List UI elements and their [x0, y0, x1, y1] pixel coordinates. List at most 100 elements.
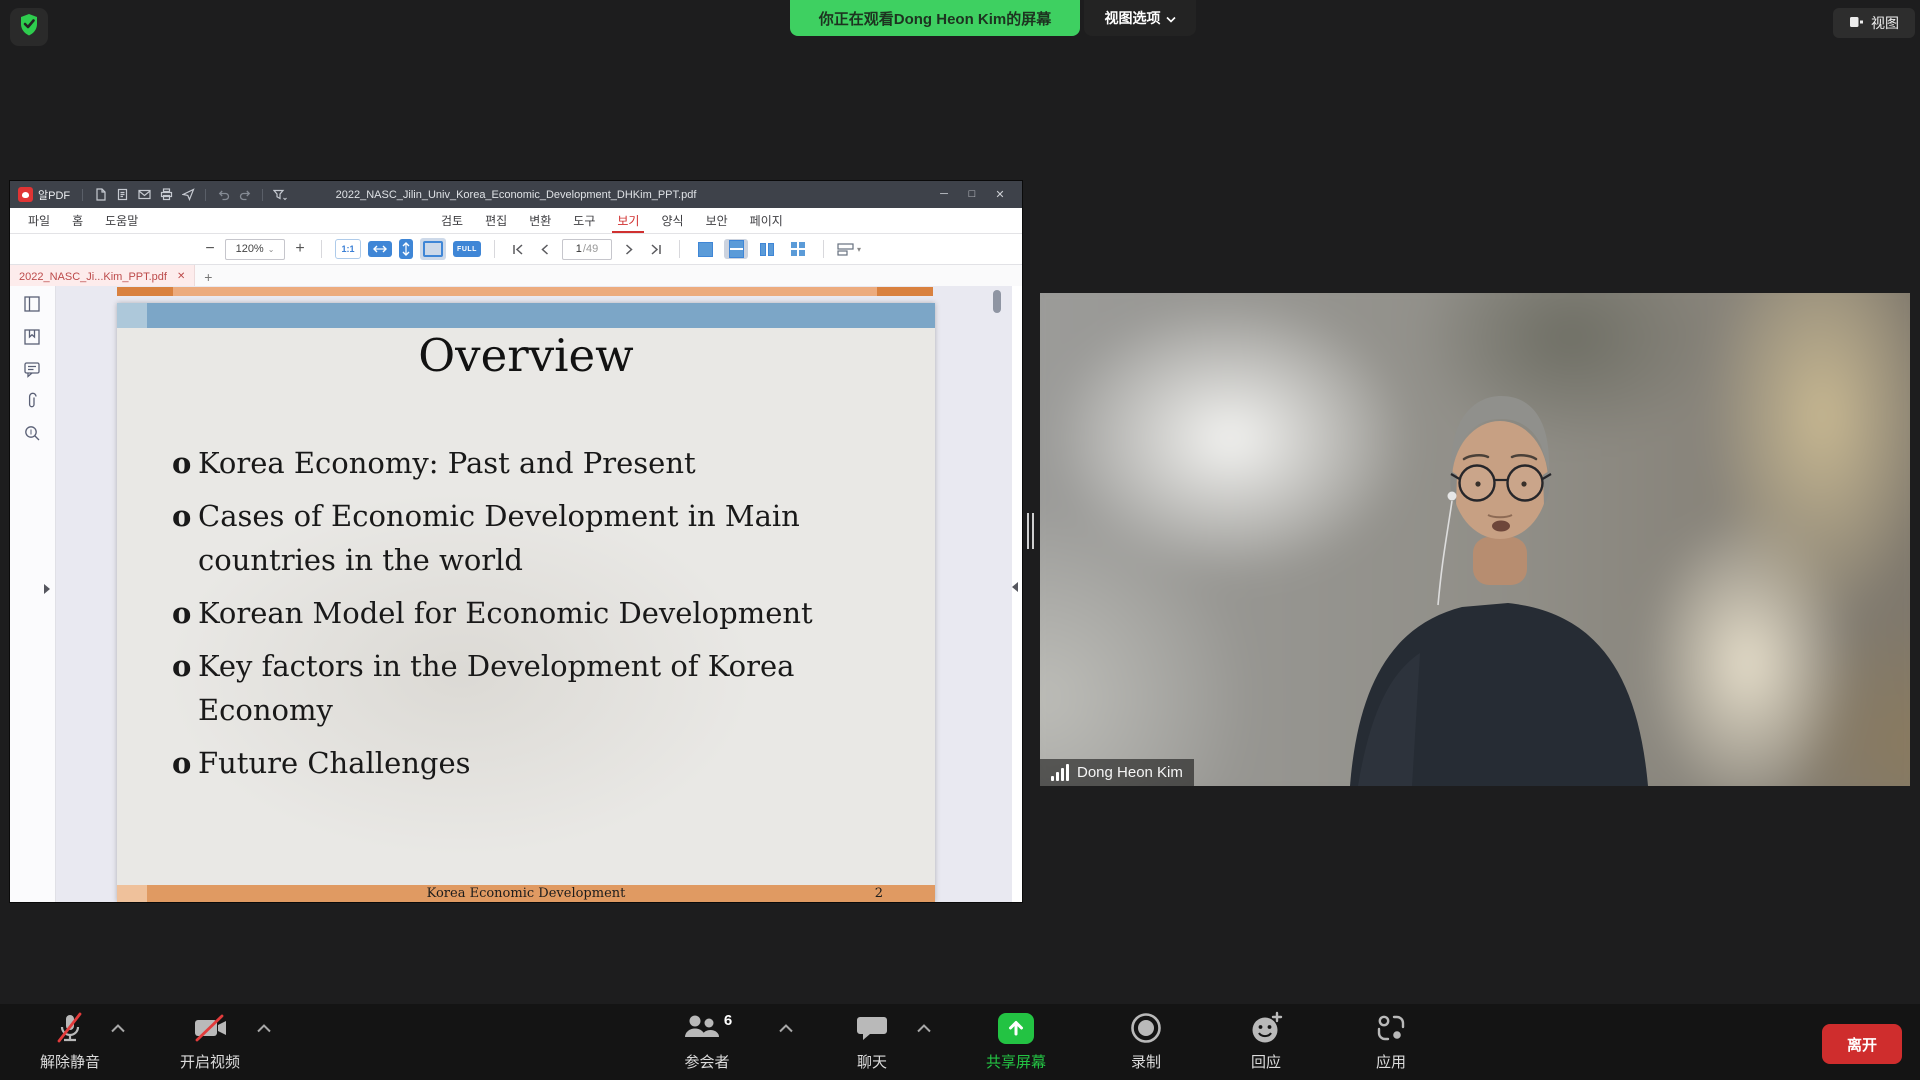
document-tab[interactable]: 2022_NASC_Ji...Kim_PPT.pdf ✕	[10, 265, 195, 288]
collapse-panel-right-arrow[interactable]	[1012, 582, 1018, 592]
new-tab-button[interactable]: +	[195, 265, 221, 288]
fit-width-button[interactable]	[368, 241, 392, 257]
search-icon[interactable]	[23, 424, 43, 444]
reactions-icon	[1249, 1010, 1283, 1046]
record-button[interactable]: 录制	[1086, 1010, 1206, 1072]
pdf-app-name: 알PDF	[38, 187, 70, 203]
menu-file[interactable]: 파일	[17, 208, 61, 233]
email-icon[interactable]	[133, 185, 155, 205]
participants-icon	[682, 1012, 720, 1044]
start-video-button[interactable]: 开启视频	[150, 1010, 270, 1072]
page-current: 1	[576, 243, 582, 255]
slide-page: Overview oKorea Economy: Past and Presen…	[117, 303, 935, 902]
fit-height-button[interactable]	[399, 239, 413, 259]
pdf-menubar: 파일 홈 도움말 검토 편집 변환 도구 보기 양식 보안 페이지	[10, 208, 1022, 234]
view-button[interactable]: 视图	[1833, 8, 1915, 38]
participants-label: 参会者	[684, 1051, 729, 1072]
first-page-button[interactable]	[508, 239, 528, 259]
view-options-button[interactable]: 视图选项	[1084, 0, 1196, 36]
single-page-view-button[interactable]	[693, 239, 717, 259]
open-document-icon[interactable]	[111, 185, 133, 205]
page-layout-dropdown[interactable]: ▾	[837, 243, 861, 256]
page-number-input[interactable]: 1 /49	[562, 239, 612, 260]
menu-tools[interactable]: 도구	[562, 208, 606, 233]
list-item: oFuture Challenges	[172, 741, 905, 785]
chat-icon	[856, 1010, 888, 1046]
chat-button[interactable]: 聊天	[812, 1010, 932, 1072]
menu-convert[interactable]: 변환	[518, 208, 562, 233]
participants-count-badge: 6	[724, 1012, 732, 1029]
window-close-button[interactable]: ✕	[986, 188, 1014, 201]
menu-view[interactable]: 보기	[606, 208, 650, 233]
divider	[494, 240, 495, 258]
vertical-scrollbar[interactable]	[993, 290, 1001, 313]
pdf-panel-sidebar	[10, 286, 56, 902]
attachment-icon[interactable]	[23, 392, 43, 412]
actual-size-button[interactable]: 1:1	[335, 239, 361, 259]
participant-video-tile[interactable]: Dong Heon Kim	[1040, 293, 1910, 786]
leave-button[interactable]: 离开	[1822, 1024, 1902, 1064]
menu-help[interactable]: 도움말	[94, 208, 149, 233]
meeting-security-button[interactable]	[10, 8, 48, 46]
share-screen-button[interactable]: 共享屏幕	[956, 1010, 1076, 1072]
participants-options-chevron-icon[interactable]	[778, 1024, 794, 1033]
slide-bullet-list: oKorea Economy: Past and Present oCases …	[172, 441, 905, 794]
send-share-icon[interactable]	[177, 185, 199, 205]
menu-edit[interactable]: 편집	[474, 208, 518, 233]
full-screen-button[interactable]: FULL	[453, 241, 481, 257]
unmute-button[interactable]: 解除静音	[10, 1010, 130, 1072]
apps-button[interactable]: 应用	[1331, 1010, 1451, 1072]
menu-security[interactable]: 보안	[695, 208, 739, 233]
page-total: /49	[583, 243, 598, 255]
video-options-chevron-icon[interactable]	[256, 1024, 272, 1033]
leave-label: 离开	[1847, 1034, 1877, 1055]
unmute-label: 解除静音	[40, 1051, 100, 1072]
menu-pages[interactable]: 페이지	[739, 208, 794, 233]
collapse-panel-left-arrow[interactable]	[44, 584, 50, 594]
new-document-icon[interactable]	[89, 185, 111, 205]
bookmark-icon[interactable]	[23, 328, 43, 348]
previous-page-button[interactable]	[535, 239, 555, 259]
chevron-down-icon: ⌄	[268, 245, 275, 254]
bullet-icon: o	[172, 644, 191, 688]
zoom-level-select[interactable]: 120% ⌄	[225, 239, 285, 260]
comments-icon[interactable]	[23, 360, 43, 380]
list-item: oCases of Economic Development in Main c…	[172, 494, 905, 582]
audio-level-icon	[1051, 764, 1069, 781]
bullet-icon: o	[172, 494, 191, 538]
participants-button[interactable]: 6 参会者	[647, 1010, 767, 1072]
audio-options-chevron-icon[interactable]	[110, 1024, 126, 1033]
start-video-label: 开启视频	[180, 1051, 240, 1072]
window-maximize-button[interactable]: □	[958, 188, 986, 201]
window-minimize-button[interactable]: ─	[930, 188, 958, 201]
watching-screen-banner: 你正在观看Dong Heon Kim的屏幕	[790, 0, 1080, 36]
fit-page-button[interactable]	[420, 238, 446, 260]
record-icon	[1129, 1010, 1163, 1046]
reactions-label: 回应	[1251, 1051, 1281, 1072]
chat-label: 聊天	[857, 1051, 887, 1072]
apps-icon	[1375, 1010, 1407, 1046]
view-button-label: 视图	[1871, 13, 1899, 33]
reactions-button[interactable]: 回应	[1206, 1010, 1326, 1072]
grid-view-button[interactable]	[786, 239, 810, 259]
chat-options-chevron-icon[interactable]	[916, 1024, 932, 1033]
continuous-view-button[interactable]	[724, 239, 748, 259]
last-page-button[interactable]	[646, 239, 666, 259]
thumbnails-icon[interactable]	[23, 295, 43, 315]
slide-title: Overview	[117, 329, 935, 382]
undo-icon[interactable]	[212, 185, 234, 205]
customize-toolbar-icon[interactable]	[269, 185, 291, 205]
shield-check-icon	[17, 12, 41, 42]
participant-name: Dong Heon Kim	[1077, 764, 1183, 781]
menu-home[interactable]: 홈	[61, 208, 94, 233]
zoom-in-button[interactable]: +	[292, 240, 308, 258]
zoom-out-button[interactable]: −	[202, 240, 218, 258]
print-icon[interactable]	[155, 185, 177, 205]
next-page-button[interactable]	[619, 239, 639, 259]
tab-close-icon[interactable]: ✕	[177, 271, 185, 282]
menu-forms[interactable]: 양식	[650, 208, 694, 233]
redo-icon[interactable]	[234, 185, 256, 205]
menu-review[interactable]: 검토	[430, 208, 474, 233]
resize-divider-handle[interactable]	[1027, 513, 1034, 549]
two-page-view-button[interactable]	[755, 239, 779, 259]
